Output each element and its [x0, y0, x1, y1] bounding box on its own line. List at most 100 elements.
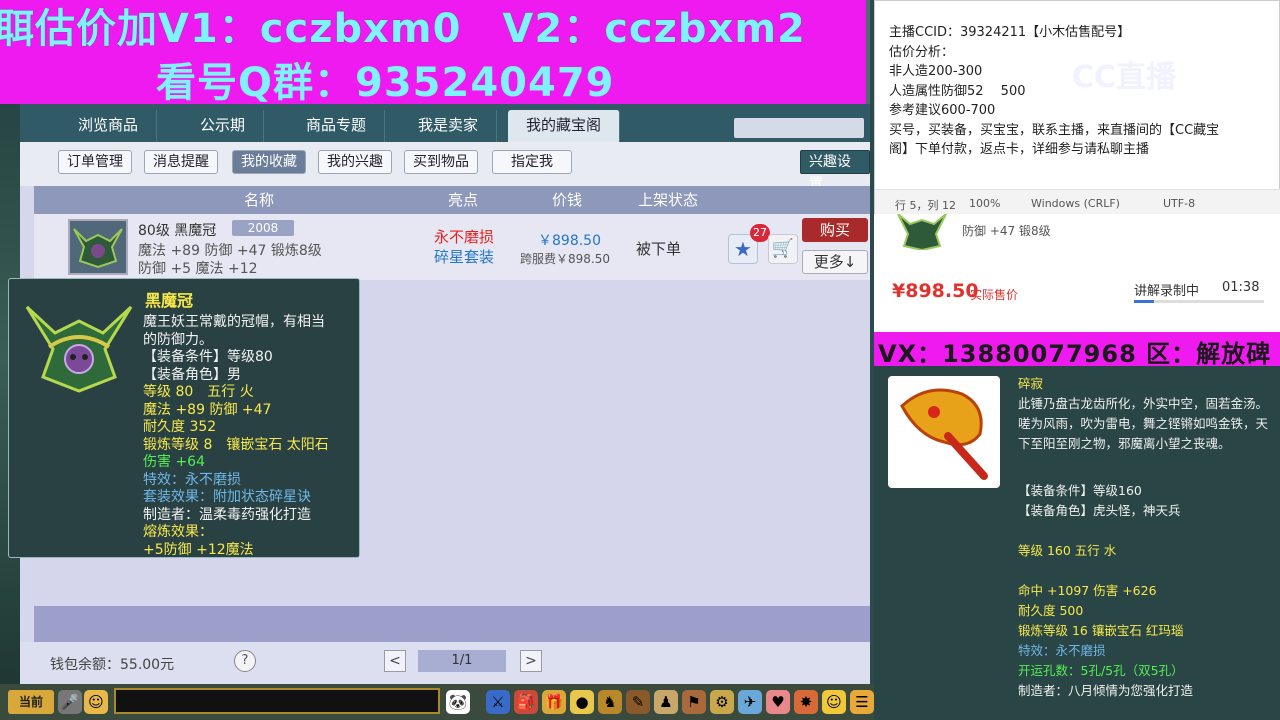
col-name: 名称 [244, 191, 275, 209]
product-card: 防御 +47 锻8级 ¥898.50 实际售价 讲解录制中 01:38 [874, 213, 1280, 332]
smile-icon[interactable]: ☺ [822, 690, 846, 714]
notepad-line: 阁】下单付款，返点卡，详细参与请私聊主播 [889, 142, 1150, 157]
weapon-name: 碎寂 [1018, 376, 1044, 391]
col-status: 上架状态 [638, 191, 699, 209]
prev-page-button[interactable]: < [384, 650, 406, 672]
item-price: ￥898.50 [538, 233, 601, 249]
vx-contact: VX：13880077968 区：解放碑 [878, 340, 1272, 366]
item-attributes: 魔法 +89 防御 +47 锻炼8级 [138, 243, 322, 259]
gang-icon[interactable]: ⚑ [682, 690, 706, 714]
subtab-assigned[interactable]: 指定我 [492, 150, 572, 174]
zoom-level: 100% [969, 197, 1001, 210]
mic-icon[interactable]: 🎤 [58, 690, 82, 714]
banner-qq-group: 看号Q群：935240479 [156, 60, 615, 104]
recording-progress [1134, 300, 1264, 303]
helmet-thumb-icon [892, 213, 952, 252]
search-input[interactable] [734, 118, 864, 138]
banner-contact-v: 聑估价加V1：cczbxm0 V2：cczbxm2 [0, 6, 806, 52]
team-icon[interactable]: ♞ [598, 690, 622, 714]
friend-icon[interactable]: ♟ [654, 690, 678, 714]
card-price-label: 实际售价 [970, 288, 1019, 302]
recording-progress-fill [1134, 300, 1154, 303]
card-attributes: 防御 +47 锻8级 [962, 224, 1051, 238]
line-ending: Windows (CRLF) [1031, 197, 1120, 210]
col-price: 价钱 [552, 191, 583, 209]
chat-input[interactable] [114, 688, 440, 714]
weapon-detail-panel: 碎寂 此锤乃盘古龙齿所化，外实中空，固若金汤。嗟为风雨，吹为雷电，舞之铿锵如鸣金… [874, 366, 1280, 720]
game-chat-bar: 当前 🎤 ☺ 🐼 ⚔ 🎒 🎁 ● ♞ ✎ ♟ ⚑ ⚙ ✈ ♥ ✸ ☺ ☰ [0, 684, 875, 720]
recording-time: 01:38 [1222, 280, 1260, 295]
stream-banner: 聑估价加V1：cczbxm0 V2：cczbxm2 看号Q群：935240479 [0, 0, 866, 104]
highlight-tag: 碎星套装 [434, 248, 495, 266]
weapon-stat-line: 锻炼等级 16 镶嵌宝石 红玛瑙 [1018, 623, 1184, 638]
cursor-position: 行 5，列 12 [895, 199, 956, 212]
next-page-button[interactable]: > [520, 650, 542, 672]
item-year-tag: 2008 [232, 220, 294, 236]
cart-icon[interactable]: 🛒 [768, 234, 798, 264]
card-price: ¥898.50 [892, 280, 979, 302]
subtab-interests[interactable]: 我的兴趣 [318, 150, 392, 174]
weapon-stat-line: 特效：永不磨损 [1018, 643, 1106, 658]
buy-button[interactable]: 购买 [802, 218, 868, 242]
item-attributes-extra: 防御 +5 魔法 +12 [138, 261, 258, 277]
table-header: 名称 亮点 价钱 上架状态 [34, 186, 870, 214]
item-tooltip: 黑魔冠 魔王妖王常戴的冠帽，有相当 的防御力。 【装备条件】等级80 【装备角色】男等… [8, 278, 360, 558]
weapon-stat-line: 命中 +1097 伤害 +626 [1018, 583, 1157, 598]
skill-icon[interactable]: ⚔ [486, 690, 510, 714]
notepad-line: 买号，买装备，买宝宝，联系主播，来直播间的【CC藏宝 [889, 122, 1220, 138]
shop-icon[interactable]: ♥ [766, 690, 790, 714]
tooltip-title: 黑魔冠 [145, 291, 194, 310]
notepad-line: 主播CCID：39324211【小木估售配号】 [889, 25, 1131, 40]
subtab-favorites[interactable]: 我的收藏 [232, 150, 306, 174]
list-bottom-strip [34, 606, 870, 642]
weapon-stat-line: 制造者：八月倾情为您强化打造 [1018, 683, 1194, 698]
task-icon[interactable]: ✎ [626, 690, 650, 714]
recording-status: 讲解录制中 [1134, 284, 1200, 299]
shop-footer: 钱包余额：55.00元 ? < 1/1 > [20, 642, 870, 684]
listing-status: 被下单 [636, 240, 682, 258]
cc-watermark: CC直播 [1072, 60, 1177, 95]
emoji-icon[interactable]: ☺ [84, 690, 108, 714]
fire-icon[interactable]: ✸ [794, 690, 818, 714]
tab-seller[interactable]: 我是卖家 [400, 110, 498, 142]
helmet-icon [19, 287, 139, 407]
subtab-orders[interactable]: 订单管理 [58, 150, 132, 174]
page-indicator: 1/1 [418, 650, 506, 672]
wallet-balance: 钱包余额：55.00元 [50, 657, 175, 673]
tab-my-cangbaoge[interactable]: 我的藏宝阁 [508, 110, 621, 142]
item-thumbnail[interactable] [68, 219, 128, 275]
item-name[interactable]: 80级 黑魔冠 [138, 220, 216, 240]
weapon-description: 碎寂 此锤乃盘古龙齿所化，外实中空，固若金汤。嗟为风雨，吹为雷电，舞之铿锵如鸣金… [1018, 374, 1270, 454]
notepad-statusbar: 行 5，列 12 100% Windows (CRLF) UTF-8 [875, 189, 1280, 215]
menu-icon[interactable]: ☰ [850, 690, 874, 714]
weapon-stat-line: 等级 160 五行 水 [1018, 543, 1117, 558]
tab-topics[interactable]: 商品专题 [288, 110, 386, 142]
map-icon[interactable]: ✈ [738, 690, 762, 714]
table-row[interactable]: 80级 黑魔冠 2008 魔法 +89 防御 +47 锻炼8级 防御 +5 魔法… [34, 214, 870, 280]
more-button[interactable]: 更多↓ [802, 250, 868, 274]
sub-tab-bar: 订单管理 消息提醒 我的收藏 我的兴趣 买到物品 指定我 兴趣设置 [20, 142, 870, 192]
cross-server-fee: 跨服费￥898.50 [520, 252, 610, 266]
notepad-window: 主播CCID：39324211【小木估售配号】 估价分析： 非人造200-300 人造… [874, 0, 1280, 215]
notepad-line: 参考建议600-700 [889, 103, 996, 118]
bag-icon[interactable]: 🎒 [514, 690, 538, 714]
subtab-messages[interactable]: 消息提醒 [144, 150, 218, 174]
col-highlight: 亮点 [448, 191, 479, 209]
subtab-bought[interactable]: 买到物品 [404, 150, 478, 174]
channel-now-button[interactable]: 当前 [8, 690, 54, 714]
dragon-hammer-icon [888, 376, 1000, 488]
encoding: UTF-8 [1163, 197, 1196, 210]
pet-icon[interactable]: 🐼 [446, 690, 470, 714]
coin-icon[interactable]: ● [570, 690, 594, 714]
weapon-lore: 此锤乃盘古龙齿所化，外实中空，固若金汤。嗟为风雨，吹为雷电，舞之铿锵如鸣金铁，天… [1018, 396, 1269, 451]
tab-bar: 浏览商品 公示期 商品专题 我是卖家 我的藏宝阁 [20, 104, 870, 142]
system-icon[interactable]: ⚙ [710, 690, 734, 714]
weapon-stat-line: 【装备条件】等级160 [1018, 483, 1142, 498]
gift-icon[interactable]: 🎁 [542, 690, 566, 714]
tab-announce[interactable]: 公示期 [182, 110, 265, 142]
tab-browse[interactable]: 浏览商品 [60, 110, 158, 142]
interest-settings-button[interactable]: 兴趣设置 [800, 150, 870, 192]
tooltip-line: +5防御 +12魔法 [143, 541, 254, 558]
help-icon[interactable]: ? [234, 650, 256, 672]
highlight-tag: 永不磨损 [434, 228, 495, 246]
